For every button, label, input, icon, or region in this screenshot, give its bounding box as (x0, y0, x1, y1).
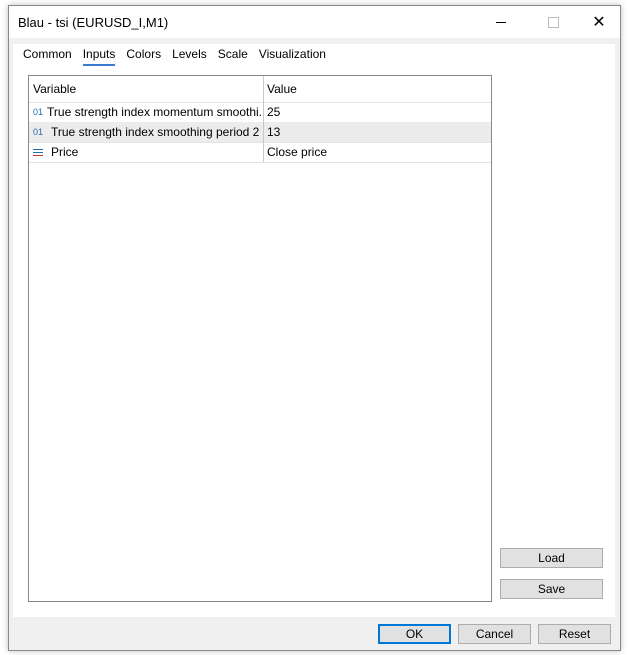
column-header-variable[interactable]: Variable (29, 76, 264, 102)
tab-levels[interactable]: Levels (172, 47, 207, 66)
variable-name: True strength index momentum smoothi... (47, 105, 264, 119)
tab-visualization[interactable]: Visualization (259, 47, 326, 66)
load-button[interactable]: Load (500, 548, 603, 568)
table-row[interactable]: 01 True strength index momentum smoothi..… (29, 102, 491, 123)
save-button[interactable]: Save (500, 579, 603, 599)
maximize-button[interactable] (530, 6, 576, 38)
tab-scale[interactable]: Scale (218, 47, 248, 66)
enum-list-icon (33, 148, 43, 156)
title-bar: Blau - tsi (EURUSD_I,M1) ✕ (9, 6, 620, 38)
tab-inputs[interactable]: Inputs (82, 47, 116, 66)
column-header-value[interactable]: Value (264, 76, 491, 102)
variable-name: Price (51, 145, 79, 159)
tab-colors[interactable]: Colors (126, 47, 161, 66)
value-cell[interactable]: 25 (264, 102, 491, 122)
cancel-button[interactable]: Cancel (458, 624, 531, 644)
minimize-icon (496, 21, 506, 23)
table-row[interactable]: Price Close price (29, 142, 491, 163)
tab-common[interactable]: Common (23, 47, 72, 66)
integer-icon: 01 (33, 127, 44, 137)
reset-button[interactable]: Reset (538, 624, 611, 644)
close-button[interactable]: ✕ (576, 6, 622, 38)
close-icon: ✕ (592, 14, 606, 31)
indicator-properties-dialog: Blau - tsi (EURUSD_I,M1) ✕ Common Inputs… (8, 5, 621, 651)
ok-button[interactable]: OK (378, 624, 451, 644)
inputs-table: Variable Value 01 True strength index mom… (28, 75, 492, 602)
value-cell[interactable]: Close price (264, 142, 491, 162)
tab-bar: Common Inputs Colors Levels Scale Visual… (23, 47, 326, 66)
variable-name: True strength index smoothing period 2 (51, 125, 260, 139)
maximize-icon (547, 16, 559, 28)
value-cell[interactable]: 13 (264, 122, 491, 142)
table-row[interactable]: 01 True strength index smoothing period 2… (29, 122, 491, 143)
table-header: Variable Value (29, 76, 491, 103)
minimize-button[interactable] (478, 6, 524, 38)
integer-icon: 01 (33, 107, 44, 117)
window-title: Blau - tsi (EURUSD_I,M1) (18, 15, 169, 30)
